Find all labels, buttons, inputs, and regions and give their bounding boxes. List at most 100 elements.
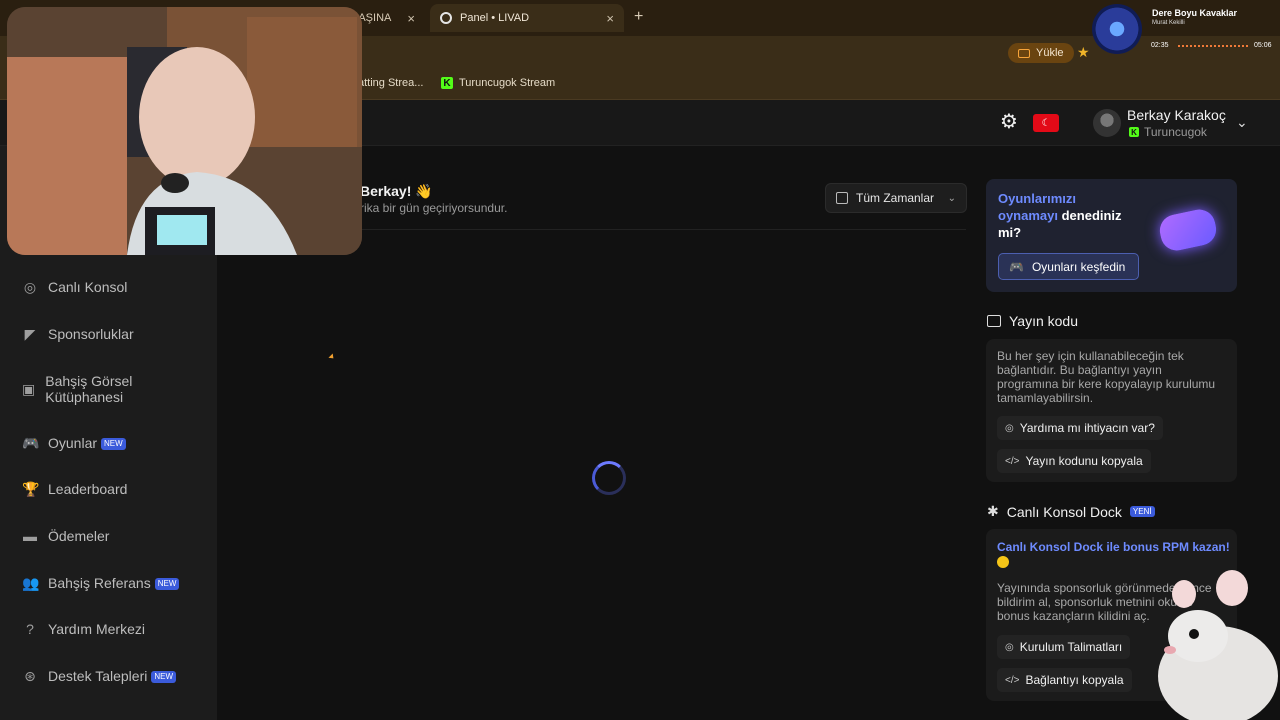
song-current-time: 02:35 (1151, 42, 1169, 49)
image-plus-icon: ▣ (22, 381, 36, 397)
code-icon: </> (1005, 455, 1020, 467)
kick-icon: K (1129, 127, 1139, 137)
album-art (1092, 4, 1142, 54)
date-filter-label: Tüm Zamanlar (856, 191, 935, 205)
upload-button[interactable]: Yükle (1008, 43, 1074, 63)
lifebuoy-icon: ◎ (1005, 422, 1014, 434)
kick-icon: K (441, 77, 453, 89)
greeting-title: Berkay! 👋 (360, 183, 433, 199)
upload-icon (1018, 48, 1030, 58)
stream-code-title: Yayın kodu (1009, 313, 1079, 329)
sidebar-item-oyunlar[interactable]: 🎮 Oyunlar NEW (22, 435, 126, 451)
user-handle[interactable]: K Turuncugok (1129, 125, 1207, 139)
user-name[interactable]: Berkay Karakoç (1127, 107, 1226, 123)
help-button[interactable]: ◎ Yardıma mı ihtiyacın var? (997, 416, 1163, 440)
calendar-icon (836, 192, 848, 204)
song-progress-bar (1178, 45, 1248, 47)
new-badge: NEW (101, 438, 126, 451)
avatar[interactable] (1093, 109, 1121, 137)
sidebar-item-odemeler[interactable]: ▬ Ödemeler (22, 528, 109, 544)
settings-gear-icon[interactable]: ⚙ (1000, 112, 1020, 132)
divider (340, 229, 966, 230)
stream-code-section-title: Yayın kodu (987, 313, 1078, 329)
screen: N BAŞINA × Panel • LIVAD × + Yükle ★ att… (0, 0, 1280, 720)
puzzle-icon: ✱ (987, 503, 999, 519)
loading-spinner (592, 461, 626, 495)
lifebuoy-icon: ⊛ (24, 668, 36, 684)
tab-close-icon[interactable]: × (606, 11, 614, 26)
setup-instructions-label: Kurulum Talimatları (1019, 640, 1123, 654)
trophy-icon: 🏆 (22, 481, 40, 497)
webcam-overlay (7, 7, 362, 255)
copy-stream-code-label: Yayın kodunu kopyala (1025, 454, 1143, 468)
chevron-down-icon[interactable]: ⌄ (1236, 114, 1248, 131)
sidebar-item-yardim-merkezi[interactable]: ? Yardım Merkezi (22, 621, 145, 637)
sidebar-item-destek-talepleri[interactable]: ⊛ Destek Talepleri NEW (22, 668, 177, 684)
help-icon: ? (26, 621, 34, 637)
discover-games-label: Oyunları keşfedin (1031, 259, 1126, 274)
new-badge: YENİ (1129, 506, 1155, 517)
song-total-time: 05:06 (1254, 42, 1272, 49)
bookmark-chatting-stream[interactable]: atting Strea... (358, 77, 423, 89)
setup-instructions-button[interactable]: ◎ Kurulum Talimatları (997, 635, 1131, 659)
sidebar-item-sponsorluklar[interactable]: ◤ Sponsorluklar (22, 326, 134, 342)
sidebar-item-label: Canlı Konsol (48, 279, 128, 295)
sidebar-item-bahsis-gorsel[interactable]: ▣ Bahşiş Görsel Kütüphanesi (22, 373, 152, 405)
sidebar-item-label: Destek Talepleri (48, 668, 148, 684)
megaphone-icon: ◤ (24, 326, 36, 342)
new-badge: NEW (151, 671, 177, 684)
new-tab-button[interactable]: + (634, 8, 643, 26)
wallet-icon: ▬ (23, 528, 37, 544)
upload-label: Yükle (1036, 47, 1064, 59)
sidebar-item-label: Ödemeler (48, 528, 110, 544)
livad-favicon-icon (440, 12, 452, 24)
monitor-icon (987, 315, 1001, 327)
users-icon: 👥 (22, 575, 40, 591)
bookmark-star-icon[interactable]: ★ (1077, 44, 1090, 61)
target-icon: ◎ (23, 279, 37, 295)
code-icon: </> (1005, 674, 1020, 686)
song-title: Dere Boyu Kavaklar (1152, 8, 1238, 18)
sidebar-item-label: Bahşiş Referans (48, 575, 151, 591)
copy-dock-link-button[interactable]: </> Bağlantıyı kopyala (997, 668, 1132, 692)
sidebar-item-canli-konsol[interactable]: ◎ Canlı Konsol (22, 279, 128, 295)
gamepad-icon: 🎮 (22, 435, 40, 451)
sidebar-item-label: Oyunlar (48, 435, 98, 451)
promo-line3: mi? (998, 225, 1022, 240)
promo-headline: Oyunlarımızı oynamayı denediniz mi? (998, 190, 1148, 241)
sidebar-item-leaderboard[interactable]: 🏆 Leaderboard (22, 481, 127, 497)
tab-close-icon[interactable]: × (407, 11, 415, 26)
greeting-subtitle: rika bir gün geçiriyorsundur. (360, 201, 508, 215)
bookmark-label: atting Strea... (358, 77, 424, 89)
chevron-down-icon: ⌄ (947, 192, 956, 204)
stream-code-description: Bu her şey için kullanabileceğin tek bağ… (997, 349, 1216, 405)
mouse-cursor (328, 353, 336, 361)
user-handle-label: Turuncugok (1144, 125, 1207, 139)
tab-panel-livad[interactable]: Panel • LIVAD × (430, 4, 624, 32)
dock-bonus-link[interactable]: Canlı Konsol Dock ile bonus RPM kazan! (997, 540, 1230, 554)
rat-overlay (1158, 570, 1278, 720)
discover-games-button[interactable]: 🎮 Oyunları keşfedin (998, 253, 1139, 280)
promo-line2-rest: denediniz (1057, 208, 1122, 223)
sidebar-item-label: Leaderboard (48, 481, 128, 497)
copy-stream-code-button[interactable]: </> Yayın kodunu kopyala (997, 449, 1151, 473)
sidebar-item-bahsis-referans[interactable]: 👥 Bahşiş Referans NEW (22, 575, 180, 591)
dock-section-title: ✱ Canlı Konsol Dock YENİ (987, 503, 1155, 520)
promo-line1: Oyunlarımızı (998, 191, 1077, 206)
sidebar-item-label: Yardım Merkezi (48, 621, 145, 637)
promo-line2-highlight: oynamayı (998, 208, 1058, 223)
coin-icon (997, 556, 1009, 568)
sidebar-item-label: Bahşiş Görsel Kütüphanesi (45, 373, 133, 405)
lifebuoy-icon: ◎ (1005, 641, 1014, 653)
dock-title: Canlı Konsol Dock (1006, 503, 1122, 520)
song-artist: Murat Kekilli (1152, 20, 1185, 26)
bookmark-label: Turuncugok Stream (459, 77, 556, 89)
turkey-flag-icon[interactable]: ☾ (1033, 114, 1059, 132)
copy-dock-link-label: Bağlantıyı kopyala (1025, 673, 1124, 687)
date-filter-dropdown[interactable]: Tüm Zamanlar ⌄ (825, 183, 967, 213)
sidebar-item-label: Sponsorluklar (48, 326, 134, 342)
new-badge: NEW (154, 578, 180, 591)
bookmark-turuncugok-stream[interactable]: K Turuncugok Stream (441, 77, 555, 89)
tab-label: Panel • LIVAD (460, 12, 530, 24)
gamepad-icon: 🎮 (1009, 259, 1024, 274)
